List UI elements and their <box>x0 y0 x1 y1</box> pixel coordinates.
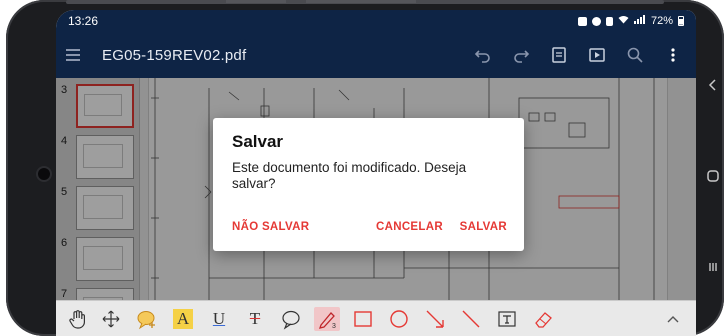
text-box-icon[interactable] <box>494 307 520 331</box>
pen-icon[interactable]: 3 <box>314 307 340 331</box>
ellipse-icon[interactable] <box>386 307 412 331</box>
wifi-icon <box>618 15 629 27</box>
arrow-icon[interactable] <box>422 307 448 331</box>
move-icon[interactable] <box>98 307 124 331</box>
app-bar: EG05-159REV02.pdf <box>56 32 696 78</box>
strikethrough-icon[interactable]: T <box>242 307 268 331</box>
comment-icon[interactable] <box>278 307 304 331</box>
dialog-actions: NÃO SALVAR CANCELAR SALVAR <box>232 221 510 235</box>
eraser-icon[interactable] <box>530 307 556 331</box>
signal-icon <box>633 15 646 27</box>
power-button <box>306 0 416 3</box>
dialog-title: Salvar <box>232 132 284 151</box>
highlight-letter: A <box>176 309 190 328</box>
hand-icon[interactable] <box>64 307 90 331</box>
document-title: EG05-159REV02.pdf <box>102 46 247 64</box>
search-icon[interactable] <box>626 46 644 64</box>
rectangle-icon[interactable] <box>350 307 376 331</box>
menu-icon[interactable] <box>66 46 80 64</box>
underline-letter: U <box>212 309 226 328</box>
redo-icon[interactable] <box>512 46 530 64</box>
pen-badge: 3 <box>332 323 336 330</box>
save-dialog: Salvar Este documento foi modificado. De… <box>213 118 524 251</box>
line-icon[interactable] <box>458 307 484 331</box>
battery-icon <box>678 16 684 26</box>
dont-save-button[interactable]: NÃO SALVAR <box>232 221 309 233</box>
status-icons: 72% <box>577 15 684 27</box>
alarm-icon <box>591 16 601 26</box>
screen: 13:26 72% EG05-159REV02.pdf 3 4 5 6 7 Sa… <box>56 10 696 336</box>
underline-icon[interactable]: U <box>206 307 232 331</box>
home-icon[interactable] <box>700 163 726 189</box>
more-vert-icon[interactable] <box>664 46 682 64</box>
system-navigation <box>696 30 727 330</box>
save-button[interactable]: SALVAR <box>460 221 507 233</box>
notification-icon <box>577 16 587 26</box>
comment-add-icon[interactable] <box>134 307 160 331</box>
undo-icon[interactable] <box>474 46 492 64</box>
battery-percent: 72% <box>650 15 673 27</box>
pages-view-icon[interactable] <box>550 46 568 64</box>
phone-frame: 13:26 72% EG05-159REV02.pdf 3 4 5 6 7 Sa… <box>6 0 724 336</box>
highlight-text-icon[interactable]: A <box>170 307 196 331</box>
recents-icon[interactable] <box>700 254 726 280</box>
dialog-message: Este documento foi modificado. Deseja sa… <box>232 160 467 191</box>
mute-icon <box>605 16 613 26</box>
presentation-icon[interactable] <box>588 46 606 64</box>
app-bar-actions <box>474 32 682 78</box>
cancel-button[interactable]: CANCELAR <box>376 221 443 233</box>
strike-letter: T <box>249 309 261 328</box>
front-camera <box>38 168 50 180</box>
back-icon[interactable] <box>700 72 726 98</box>
annotation-toolbar: A U T 3 <box>56 300 696 336</box>
status-time: 13:26 <box>68 14 99 28</box>
chevron-up-icon[interactable] <box>660 307 686 331</box>
status-bar: 13:26 72% <box>56 10 696 32</box>
volume-button <box>226 0 286 3</box>
